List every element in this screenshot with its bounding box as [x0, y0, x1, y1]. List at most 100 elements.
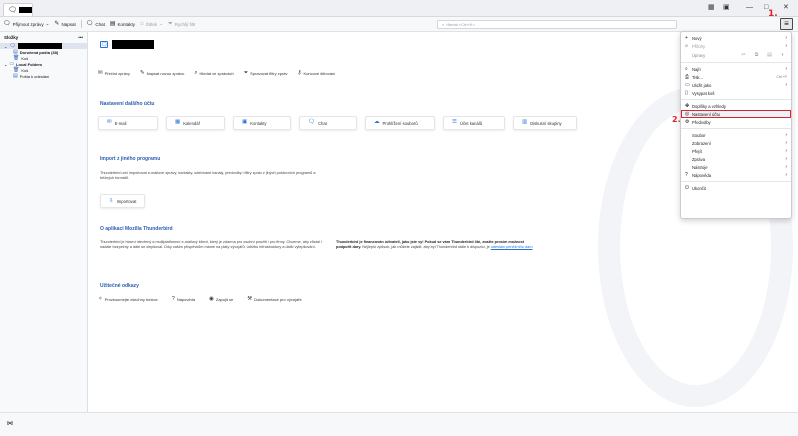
menu-item-tools[interactable]: Nástroje ›	[681, 163, 791, 171]
e2e-encryption-link[interactable]: ⚷ Koncové šifrování	[297, 70, 335, 77]
quick-filter-button[interactable]: ⏷ Rychlý filtr	[168, 21, 196, 27]
paste-icon[interactable]: ▤	[765, 52, 774, 58]
contacts-button[interactable]: ▤ Kontakty	[110, 21, 135, 27]
message-filters-link[interactable]: ⏷ Spravovat filtry zpráv	[244, 70, 288, 77]
puzzle-icon: ✤	[685, 102, 690, 109]
menu-item-preferences[interactable]: ⚙ Předvolby	[681, 118, 791, 126]
get-messages-label: Přijmout zprávy	[12, 21, 44, 27]
wifi-icon[interactable]: ⋈	[7, 420, 13, 427]
setup-calendar-button[interactable]: ▦ Kalendář	[166, 116, 225, 130]
import-icon: ⇩	[109, 198, 114, 204]
write-button[interactable]: ✎ Napsat	[54, 21, 75, 27]
cut-icon[interactable]: ✂	[739, 52, 748, 58]
calendar-icon[interactable]: ▦	[708, 3, 715, 12]
status-bar: ⋈	[0, 412, 798, 436]
newsgroup-icon: ▥	[522, 119, 528, 126]
menu-item-go[interactable]: Přejít ›	[681, 147, 791, 155]
write-label: Napsat	[61, 21, 76, 27]
setup-newsgroups-button[interactable]: ▥ Diskusní skupiny	[513, 116, 577, 130]
more-options-icon[interactable]: •••	[78, 35, 83, 40]
read-messages-link[interactable]: ✉ Přečíst zprávy	[98, 70, 130, 77]
menu-item-print[interactable]: ⎙ Tisk... Ctrl+P	[681, 73, 791, 81]
menu-label: Přejít	[692, 148, 702, 154]
app-menu-button[interactable]: ≡	[780, 18, 793, 30]
explore-features-link[interactable]: ✧ Prozkoumejte všechny funkce	[98, 296, 158, 303]
menu-item-view[interactable]: Zobrazení ›	[681, 139, 791, 147]
setup-contacts-button[interactable]: ▣ Kontakty	[233, 116, 291, 130]
setup-cards: ✉ E-mail ▦ Kalendář ▣ Kontakty 🗨 Chat ☁ …	[98, 116, 577, 130]
about-section-title: O aplikaci Mozilla Thunderbird	[100, 226, 173, 232]
menu-item-attachments[interactable]: ⌀ Přílohy ›	[681, 42, 791, 50]
card-label: Kalendář	[183, 120, 200, 126]
chevron-down-icon[interactable]: ⌄	[4, 44, 7, 49]
close-icon[interactable]: ✕	[783, 3, 789, 12]
menu-item-account-settings[interactable]: ◎ Nastavení účtu	[681, 110, 791, 118]
menu-item-help[interactable]: ? Nápověda ›	[681, 171, 791, 179]
menu-item-addons[interactable]: ✤ Doplňky a vzhledy	[681, 102, 791, 110]
chevron-down-icon[interactable]: ⌄	[4, 62, 7, 67]
search-messages-link[interactable]: ⌕ Hledat ve zprávách	[194, 70, 234, 77]
folder-outbox[interactable]: ▤ Pošta k odeslání	[0, 73, 87, 79]
setup-email-button[interactable]: ✉ E-mail	[98, 116, 158, 130]
menu-label: Nápověda	[692, 172, 712, 178]
setup-chat-button[interactable]: 🗨 Chat	[299, 116, 357, 130]
menu-item-new[interactable]: + Nový ›	[681, 34, 791, 42]
annotation-marker-2: 2.	[672, 115, 681, 124]
import-button[interactable]: ⇩ Importovat	[100, 194, 146, 208]
donate-link[interactable]: odeslání peněžního daru	[491, 245, 533, 249]
setup-filelink-button[interactable]: ☁ Prohlížení souborů	[365, 116, 435, 130]
chevron-right-icon: ›	[785, 132, 787, 138]
chat-button[interactable]: 🗨 Chat	[86, 21, 105, 27]
trash-icon: 🗑	[13, 54, 20, 61]
search-input[interactable]: ⌕ Hledat <Ctrl+K>	[437, 20, 677, 29]
chevron-right-icon[interactable]: ›	[778, 52, 787, 58]
email-icon: ✉	[107, 119, 112, 126]
paperclip-icon: ⌀	[685, 42, 689, 49]
account-actions: ✉ Přečíst zprávy ✎ Napsat novou zprávu ⌕…	[98, 70, 335, 77]
app-menu-panel: + Nový › ⌀ Přílohy › Úpravy ✂ ⧉ ▤ › ⌕ Na…	[680, 31, 792, 219]
setup-section-title: Nastavení dalšího účtu	[100, 101, 155, 107]
import-section-title: Import z jiného programu	[100, 156, 161, 162]
toolbar-separator	[80, 20, 82, 28]
setup-feeds-button[interactable]: ☰ Účet kanálů	[443, 116, 505, 130]
minimize-icon[interactable]: —	[746, 3, 753, 12]
help-link[interactable]: ? Nápověda	[172, 296, 195, 303]
chat-label: Chat	[95, 21, 105, 27]
tag-button[interactable]: ⌂ Štítek ⌄	[140, 21, 163, 27]
menu-item-quit[interactable]: ⏻ Ukončit	[681, 184, 791, 192]
menu-item-find[interactable]: ⌕ Najít ›	[681, 65, 791, 73]
folder-pane: Složky ••• ⌄ 🗨 ▤ Doručená pošta (38) 🗑 K…	[0, 32, 88, 412]
annotation-marker-1: 1.	[768, 9, 778, 19]
account-icon: 🗨	[100, 41, 108, 48]
get-messages-button[interactable]: 🗨 Přijmout zprávy ⌄	[3, 21, 49, 27]
folder-label: Doručená pošta (38)	[19, 49, 59, 55]
plus-icon: +	[685, 34, 688, 41]
menu-item-file[interactable]: Soubor ›	[681, 131, 791, 139]
menu-item-empty-trash[interactable]: ▯ Vysypat koš	[681, 89, 791, 97]
developer-docs-link[interactable]: ⚒ Dokumentace pro vývojáře	[247, 296, 302, 303]
menu-item-message[interactable]: Zpráva ›	[681, 155, 791, 163]
copy-icon[interactable]: ⧉	[752, 52, 761, 58]
menu-edit-row: Úpravy ✂ ⧉ ▤ ›	[681, 50, 791, 60]
tasks-icon[interactable]: ▣	[723, 3, 730, 12]
tab-mail[interactable]: 🗨	[3, 3, 33, 16]
card-label: Účet kanálů	[459, 120, 483, 126]
action-label: Hledat ve zprávách	[199, 71, 234, 77]
trash-icon: 🗑	[13, 66, 20, 73]
get-involved-link[interactable]: ◉ Zapojit se	[209, 296, 233, 303]
menu-label: Nový	[692, 35, 702, 41]
menu-shortcut: Ctrl+P	[776, 75, 787, 79]
link-label: Prozkoumejte všechny funkce	[104, 297, 158, 303]
chevron-down-icon[interactable]: ⌄	[46, 21, 50, 27]
about-description: Thunderbird je hlavní otevřený a multipl…	[100, 240, 322, 249]
menu-separator	[681, 181, 791, 182]
donate-description: Thunderbird je financován uživateli, jak…	[336, 240, 536, 250]
contacts-label: Kontakty	[117, 21, 136, 27]
explore-icon: ✧	[98, 296, 103, 302]
compose-link[interactable]: ✎ Napsat novou zprávu	[140, 70, 184, 77]
key-icon: ⚷	[297, 70, 302, 76]
help-icon: ?	[685, 171, 688, 178]
menu-item-save-as[interactable]: ▭ Uložit jako ›	[681, 81, 791, 89]
menu-label: Najít	[692, 66, 701, 72]
chevron-right-icon: ›	[785, 43, 787, 49]
